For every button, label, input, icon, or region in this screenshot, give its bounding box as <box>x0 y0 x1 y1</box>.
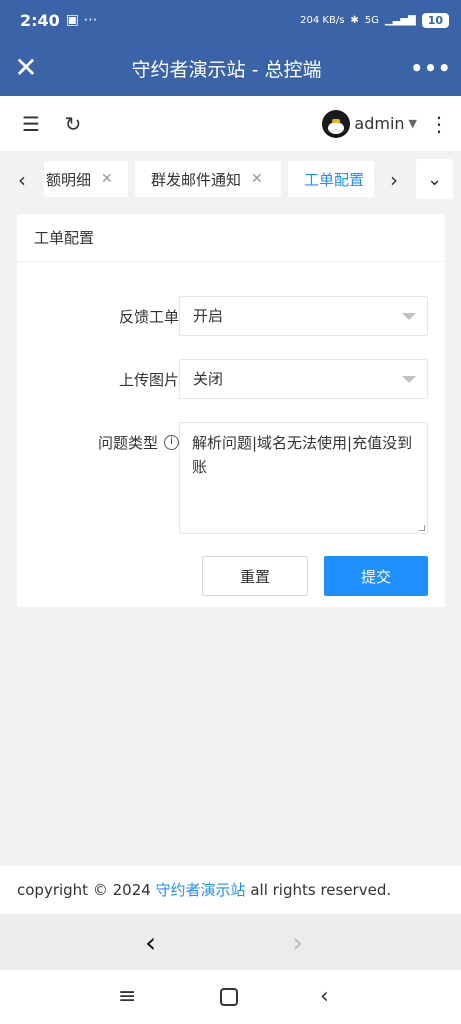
types-label-group: 问题类型 i <box>98 432 179 453</box>
card-title: 工单配置 <box>17 214 445 262</box>
back-arrow-icon[interactable]: ‹ <box>145 926 156 959</box>
close-icon[interactable]: ✕ <box>0 40 52 96</box>
network-speed: 204 KB/s <box>300 14 345 26</box>
types-label: 问题类型 <box>97 434 158 452</box>
battery-indicator: 10 <box>421 12 449 28</box>
page-title: 守约者演示站 - 总控端 <box>131 58 322 81</box>
types-textarea[interactable]: 解析问题|域名无法使用|充值没到账 <box>179 422 428 534</box>
admin-header: ☰ ↻ admin ▼ ⋮ <box>0 96 461 152</box>
upload-label: 上传图片 <box>118 371 179 389</box>
copyright-suffix: all rights reserved. <box>245 881 392 899</box>
bluetooth-icon: ✱ <box>350 14 359 26</box>
info-icon[interactable]: i <box>164 435 179 450</box>
user-menu[interactable]: admin ▼ <box>322 109 417 138</box>
refresh-icon[interactable]: ↻ <box>52 112 94 136</box>
chevron-right-icon[interactable]: › <box>378 162 410 198</box>
notification-icon: ▣ ⋯ <box>65 12 98 28</box>
feedback-value: 开启 <box>193 307 224 325</box>
status-time: 2:40 <box>20 10 60 30</box>
dropdown-arrow-icon <box>402 313 416 320</box>
sidebar-toggle-icon[interactable]: ☰ <box>10 112 52 136</box>
reset-button[interactable]: 重置 <box>202 556 308 596</box>
app-bar: ✕ 守约者演示站 - 总控端 ••• <box>0 40 461 96</box>
signal-icon: ▁▃▅▇ <box>384 14 416 26</box>
dropdown-arrow-icon <box>402 376 416 383</box>
types-value: 解析问题|域名无法使用|充值没到账 <box>192 434 413 476</box>
submit-button[interactable]: 提交 <box>324 556 428 596</box>
ticket-config-card: 工单配置 反馈工单 开启 上传图片 关闭 问题类型 i 解析问题|域名无法使用|… <box>17 214 445 607</box>
tab-balance-detail[interactable]: 额明细 ✕ <box>44 161 128 197</box>
tab-bar: ‹ 额明细 ✕ 群发邮件通知 ✕ 工单配置 › ⌄ <box>0 152 461 210</box>
upload-value: 关闭 <box>193 370 224 388</box>
browser-nav-bar: ‹ › <box>0 914 461 970</box>
resize-handle-icon[interactable] <box>419 525 425 531</box>
more-options-icon[interactable]: ••• <box>401 56 461 80</box>
network-type: 5G <box>364 14 379 26</box>
system-back-icon[interactable]: ‹ <box>320 984 329 1009</box>
copyright-prefix: copyright © 2024 <box>17 881 156 899</box>
upload-select[interactable]: 关闭 <box>179 359 428 399</box>
feedback-select[interactable]: 开启 <box>179 296 428 336</box>
chevron-left-icon[interactable]: ‹ <box>6 162 38 198</box>
close-tab-icon[interactable]: ✕ <box>251 171 263 187</box>
feedback-label: 反馈工单 <box>118 308 179 326</box>
kebab-menu-icon[interactable]: ⋮ <box>417 112 461 136</box>
types-row: 问题类型 i 解析问题|域名无法使用|充值没到账 <box>17 422 445 534</box>
close-tab-icon[interactable]: ✕ <box>101 171 113 187</box>
site-link[interactable]: 守约者演示站 <box>156 881 246 899</box>
page-footer: copyright © 2024 守约者演示站 all rights reser… <box>0 866 461 914</box>
home-icon[interactable] <box>220 988 238 1006</box>
avatar <box>322 109 351 138</box>
upload-row: 上传图片 关闭 <box>17 359 445 399</box>
tab-ticket-config[interactable]: 工单配置 <box>288 161 374 197</box>
system-nav-bar: ≡ ‹ <box>0 970 461 1024</box>
recent-apps-icon[interactable]: ≡ <box>118 984 136 1009</box>
status-bar: 2:40 ▣ ⋯ 204 KB/s ✱ 5G ▁▃▅▇ 10 <box>0 0 461 40</box>
tab-label: 工单配置 <box>304 170 365 189</box>
tab-mass-email[interactable]: 群发邮件通知 ✕ <box>135 161 281 197</box>
caret-down-icon: ▼ <box>408 117 417 130</box>
tab-label: 额明细 <box>46 170 92 189</box>
chevron-down-icon[interactable]: ⌄ <box>416 159 453 199</box>
feedback-row: 反馈工单 开启 <box>17 296 445 336</box>
forward-arrow-icon[interactable]: › <box>292 926 303 959</box>
tab-label: 群发邮件通知 <box>151 170 242 189</box>
username: admin <box>354 114 405 133</box>
